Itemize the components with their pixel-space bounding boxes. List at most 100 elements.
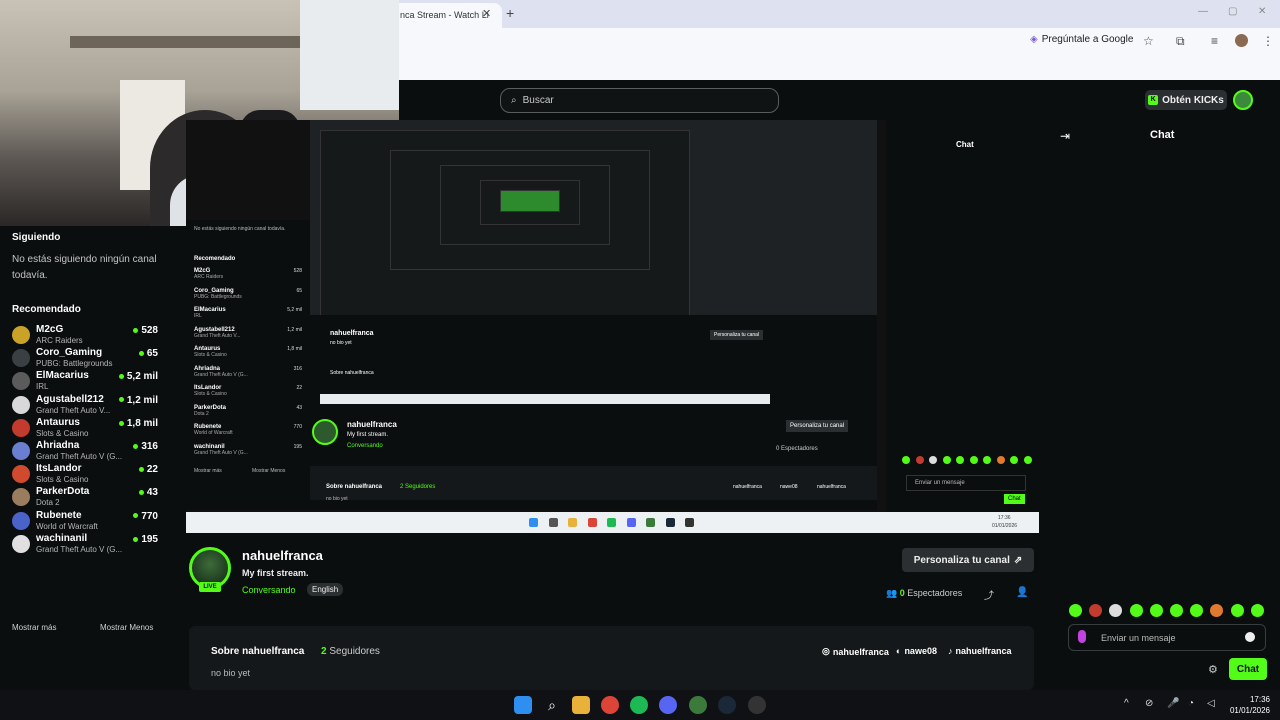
video-player[interactable]: nahuelfranca no bio yet Personaliza tu c… <box>186 120 1039 533</box>
social-discord[interactable]: ◐ nawe08 <box>896 646 937 656</box>
obs-icon[interactable] <box>748 696 766 714</box>
recommended-item[interactable]: Rubenete World of Warcraft 770 <box>12 510 182 534</box>
microphone-icon[interactable] <box>1078 630 1086 643</box>
mini-rec-title: Recomendado <box>194 256 236 262</box>
discord-taskbar-icon[interactable] <box>659 696 677 714</box>
close-tab-icon[interactable]: ✕ <box>482 7 491 20</box>
show-less-link[interactable]: Mostrar Menos <box>100 623 153 632</box>
taskbar-search-icon[interactable]: ⌕ <box>543 696 561 714</box>
emoji-picker-icon[interactable] <box>1245 632 1255 642</box>
social-discord-label: nawe08 <box>904 646 937 656</box>
customize-channel-button[interactable]: Personaliza tu canal ⇗ <box>902 548 1034 572</box>
extensions-icon[interactable]: ⧉ <box>1176 34 1185 49</box>
app-taskbar-icon[interactable] <box>689 696 707 714</box>
live-dot-icon <box>138 351 144 357</box>
tray-mic-icon[interactable]: 🎤 <box>1167 698 1179 709</box>
mini-taskbar-time: 17:36 <box>998 515 1011 521</box>
social-instagram[interactable]: ◎ nahuelfranca <box>822 646 889 657</box>
recommended-item[interactable]: Agustabell212 Grand Theft Auto V... 1,2 mi… <box>12 394 182 418</box>
spotify-icon[interactable] <box>630 696 648 714</box>
chat-settings-gear-icon[interactable]: ⚙ <box>1208 663 1218 676</box>
window-close-icon[interactable]: ✕ <box>1258 6 1266 17</box>
get-kicks-button[interactable]: K Obtén KICKs <box>1145 90 1227 110</box>
taskbar-time: 17:36 <box>1249 695 1270 704</box>
stream-category[interactable]: Conversando <box>242 585 296 595</box>
recommended-viewer-count: 5,2 mil <box>118 371 158 383</box>
tray-network-icon[interactable]: ⊘ <box>1145 698 1153 709</box>
recommended-channel-game: IRL <box>36 382 49 392</box>
social-tiktok[interactable]: ♪ nahuelfranca <box>948 646 1012 656</box>
new-tab-button[interactable]: + <box>506 5 514 21</box>
language-tag: English <box>307 583 344 596</box>
tray-chevron-icon[interactable]: ^ <box>1124 698 1129 709</box>
recommended-viewer-number: 5,2 mil <box>126 371 158 383</box>
browser-menu-icon[interactable]: ⋮ <box>1262 34 1274 48</box>
mini-rec-viewers: 528 <box>293 268 302 274</box>
recommended-item[interactable]: ItsLandor Slots & Casino 22 <box>12 463 182 487</box>
user-avatar[interactable] <box>1233 90 1253 110</box>
kick-logo-icon: K <box>1148 95 1159 105</box>
recommended-item[interactable]: Ahriadna Grand Theft Auto V (G... 316 <box>12 440 182 464</box>
chat-emote-icon[interactable] <box>1069 604 1082 617</box>
mini-emote-icon <box>1023 456 1032 464</box>
recommended-item[interactable]: Coro_Gaming PUBG: Battlegrounds 65 <box>12 347 182 371</box>
chat-emote-icon[interactable] <box>1149 604 1163 617</box>
recommended-channel-game: World of Warcraft <box>36 521 98 531</box>
recommended-viewer-number: 528 <box>141 325 158 336</box>
mini-emote-icon <box>983 456 991 464</box>
taskbar-date: 01/01/2026 <box>1229 706 1270 715</box>
recommended-viewer-number: 1,8 mil <box>126 417 158 429</box>
ask-google-button[interactable]: ◈ Pregúntale a Google <box>1030 34 1133 45</box>
mini-emote-icon <box>915 456 924 464</box>
mini-recommended-item: ItsLandor 22 Slots & Casino <box>194 385 302 397</box>
mini-emote-icon <box>942 456 951 464</box>
profile-avatar-icon[interactable] <box>1235 34 1248 47</box>
chrome-icon[interactable] <box>601 696 619 714</box>
recommended-item[interactable]: M2cG ARC Raiders 528 <box>12 324 182 348</box>
maximize-icon[interactable]: ▢ <box>1228 6 1237 17</box>
bookmark-star-icon[interactable]: ☆ <box>1143 34 1154 48</box>
taskbar-clock[interactable]: 17:36 01/01/2026 <box>1228 694 1270 716</box>
tray-volume-icon[interactable]: ◁ <box>1207 698 1215 709</box>
recommended-viewer-number: 65 <box>146 348 158 360</box>
chat-emote-icon[interactable] <box>1250 604 1264 617</box>
following-empty-text: No estás siguiendo ningún canal todavía. <box>12 254 157 281</box>
followers-count: 2 <box>321 646 327 657</box>
follow-user-icon[interactable]: 👤 <box>1016 587 1028 598</box>
mini-recommended-item: Rubenete 770 World of Warcraft <box>194 424 302 436</box>
mini-about-box <box>310 466 877 500</box>
recommended-item[interactable]: Antaurus Slots & Casino 1,8 mil <box>12 417 182 441</box>
recommended-viewer-number: 195 <box>141 533 158 545</box>
chat-emote-icon[interactable] <box>1230 604 1244 617</box>
show-more-link[interactable]: Mostrar más <box>12 623 56 632</box>
share-icon[interactable]: ⤴ <box>984 587 994 602</box>
webcam-window-light <box>300 0 399 110</box>
search-input[interactable]: ⌕ Buscar <box>500 88 779 113</box>
recommended-item[interactable]: ParkerDota Dota 2 43 <box>12 486 182 510</box>
recommended-viewer-count: 22 <box>138 464 158 475</box>
chat-send-button[interactable]: Chat <box>1229 658 1267 680</box>
mini-info-category: Conversando <box>347 443 383 449</box>
chat-emote-icon[interactable] <box>1129 604 1143 617</box>
mini-rec-viewers: 43 <box>296 404 302 411</box>
search-icon: ⌕ <box>511 95 517 106</box>
collapse-chat-icon[interactable]: ⇥ <box>1060 129 1070 143</box>
chat-emote-icon[interactable] <box>1170 604 1183 617</box>
reading-list-icon[interactable]: ≡ <box>1211 34 1218 48</box>
about-title: Sobre nahuelfranca <box>211 646 305 657</box>
chat-message-input[interactable]: Enviar un mensaje <box>1068 624 1266 651</box>
windows-start-icon[interactable] <box>514 696 532 714</box>
recommended-item[interactable]: wachinanil Grand Theft Auto V (G... 195 <box>12 533 182 557</box>
minimize-icon[interactable]: — <box>1198 6 1208 17</box>
mini-info-name: nahuelfranca <box>347 420 397 429</box>
tray-wifi-icon[interactable]: ◔ <box>1188 698 1194 709</box>
viewers-number: 0 <box>899 588 905 598</box>
steam-icon[interactable] <box>718 696 736 714</box>
channel-name[interactable]: nahuelfranca <box>242 548 323 563</box>
mini-taskbar-app-icon <box>548 518 558 527</box>
recursion-frame-5 <box>500 190 560 212</box>
mini-rec-game: Grand Theft Auto V (G... <box>194 371 248 378</box>
file-explorer-icon[interactable] <box>572 696 590 714</box>
live-dot-icon <box>138 467 144 473</box>
recommended-item[interactable]: ElMacarius IRL 5,2 mil <box>12 370 182 394</box>
